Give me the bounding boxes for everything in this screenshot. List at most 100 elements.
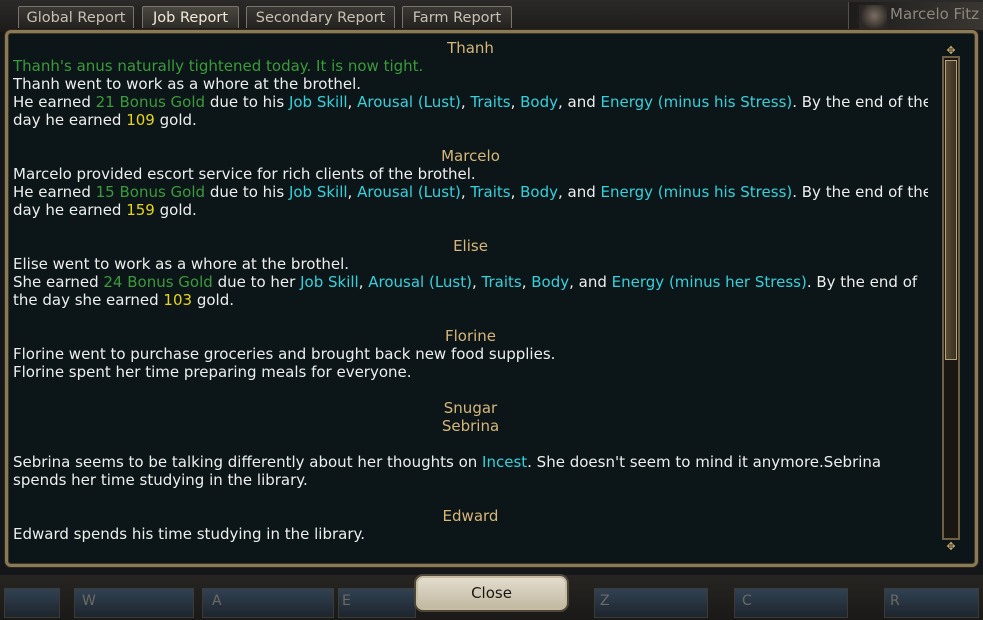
tab-farm-report[interactable]: Farm Report — [402, 6, 512, 28]
report-text: . By the end of the — [792, 93, 928, 111]
report-text: , and — [569, 273, 612, 291]
report-text: Marcelo provided escort service for rich… — [13, 165, 476, 183]
report-text: He earned — [13, 183, 96, 201]
report-text: , — [510, 93, 521, 111]
gold-amount: 103 — [163, 291, 193, 309]
tab-secondary-report[interactable]: Secondary Report — [246, 6, 395, 28]
keyword-text: Incest — [482, 453, 528, 471]
report-line: He earned 15 Bonus Gold due to his Job S… — [13, 183, 928, 201]
report-scrollbar[interactable]: ✥ ✥ — [940, 45, 964, 552]
report-text: Florine spent her time preparing meals f… — [13, 363, 412, 381]
report-line: the day she earned 103 gold. — [13, 291, 928, 309]
keyword-text: Energy (minus her Stress) — [611, 273, 807, 291]
character-name: Marcelo Fitz — [890, 5, 980, 23]
report-text: the day she earned — [13, 291, 164, 309]
report-line: Florine went to purchase groceries and b… — [13, 345, 928, 363]
report-character-name: Marcelo — [441, 147, 500, 165]
report-text: Thanh went to work as a whore at the bro… — [13, 75, 362, 93]
report-line: Thanh went to work as a whore at the bro… — [13, 75, 928, 93]
keyword-text: Energy (minus his Stress) — [600, 183, 793, 201]
report-text: , and — [557, 183, 601, 201]
report-text: due to his — [205, 183, 289, 201]
report-line: Marcelo provided escort service for rich… — [13, 165, 928, 183]
keyword-text: Arousal (Lust) — [357, 183, 461, 201]
gold-amount: 159 — [126, 201, 155, 219]
report-line: Thanh's anus naturally tightened today. … — [13, 57, 928, 75]
gold-amount: 109 — [126, 111, 155, 129]
entry-spacer — [13, 381, 928, 399]
report-text: . By the end of — [806, 273, 918, 291]
report-text: due to his — [205, 93, 289, 111]
entry-spacer — [13, 129, 928, 147]
tab-job-report[interactable]: Job Report — [142, 6, 239, 28]
scroll-up-ornament-icon[interactable]: ✥ — [944, 45, 958, 56]
hotbar-slot[interactable] — [4, 588, 60, 618]
report-text: , — [347, 93, 358, 111]
hotkey-label: E — [342, 593, 351, 609]
report-text: . By the end of the — [792, 183, 928, 201]
report-text: , — [460, 183, 471, 201]
hotbar-slot[interactable] — [594, 588, 708, 618]
report-line: Sebrina seems to be talking differently … — [13, 453, 928, 471]
hotkey-label: W — [82, 593, 96, 609]
keyword-text: Traits — [470, 183, 511, 201]
report-line: spends her time studying in the library. — [13, 471, 928, 489]
tab-global-report[interactable]: Global Report — [18, 6, 134, 28]
scroll-down-ornament-icon[interactable]: ✥ — [944, 541, 958, 552]
entry-spacer — [13, 489, 928, 507]
report-text: , — [460, 93, 471, 111]
report-line: He earned 21 Bonus Gold due to his Job S… — [13, 93, 928, 111]
report-text: spends her time studying in the library. — [13, 471, 308, 489]
keyword-text: Job Skill — [300, 273, 359, 291]
report-character-name: Snugar — [443, 399, 498, 417]
keyword-text: Body — [520, 183, 558, 201]
report-text: gold. — [154, 201, 197, 219]
report-line: She earned 24 Bonus Gold due to her Job … — [13, 273, 928, 291]
keyword-text: Traits — [481, 273, 522, 291]
report-text: Florine went to purchase groceries and b… — [13, 345, 556, 363]
report-text: , — [471, 273, 482, 291]
bonus-text: Thanh's anus naturally tightened today. … — [13, 57, 424, 75]
report-line — [13, 435, 928, 453]
report-text: Elise went to work as a whore at the bro… — [13, 255, 350, 273]
job-report-text: Thanh Thanh's anus naturally tightened to… — [13, 39, 928, 557]
report-tab-bar: Global Report Job Report Secondary Repor… — [0, 0, 983, 32]
keyword-text: Job Skill — [288, 93, 348, 111]
report-character-name: Sebrina — [441, 417, 500, 435]
character-portrait-area[interactable]: Marcelo Fitz — [848, 2, 983, 30]
close-button[interactable]: Close — [416, 576, 567, 610]
report-text: gold. — [154, 111, 197, 129]
report-text: , — [510, 183, 521, 201]
scroll-thumb[interactable] — [945, 60, 957, 360]
hotkey-label: A — [212, 593, 222, 609]
avatar — [859, 5, 887, 29]
report-text: He earned — [13, 93, 96, 111]
keyword-text: Energy (minus his Stress) — [600, 93, 793, 111]
report-text: She earned — [13, 273, 104, 291]
entry-spacer — [13, 219, 928, 237]
entry-spacer — [13, 309, 928, 327]
report-text: due to her — [212, 273, 301, 291]
report-text: Edward spends his time studying in the l… — [13, 525, 366, 543]
report-character-name: Elise — [453, 237, 488, 255]
keyword-text: Arousal (Lust) — [357, 93, 461, 111]
report-text: day he earned — [13, 201, 127, 219]
report-line: day he earned 109 gold. — [13, 111, 928, 129]
report-text: , — [521, 273, 532, 291]
hotkey-label: C — [742, 593, 752, 609]
report-text: , — [347, 183, 358, 201]
keyword-text: Arousal (Lust) — [368, 273, 472, 291]
report-text: . She doesn't seem to mind it anymore.Se… — [527, 453, 882, 471]
report-line: day he earned 159 gold. — [13, 201, 928, 219]
report-line: Florine spent her time preparing meals f… — [13, 363, 928, 381]
report-text: gold. — [192, 291, 234, 309]
report-character-name: Florine — [444, 327, 497, 345]
keyword-text: Body — [520, 93, 558, 111]
report-character-name: Thanh — [447, 39, 494, 57]
report-text: Sebrina seems to be talking differently … — [13, 453, 483, 471]
hotkey-label: Z — [600, 593, 610, 609]
bonus-text: 24 Bonus Gold — [103, 273, 213, 291]
bonus-text: 15 Bonus Gold — [95, 183, 206, 201]
report-text: day he earned — [13, 111, 127, 129]
keyword-text: Body — [531, 273, 570, 291]
